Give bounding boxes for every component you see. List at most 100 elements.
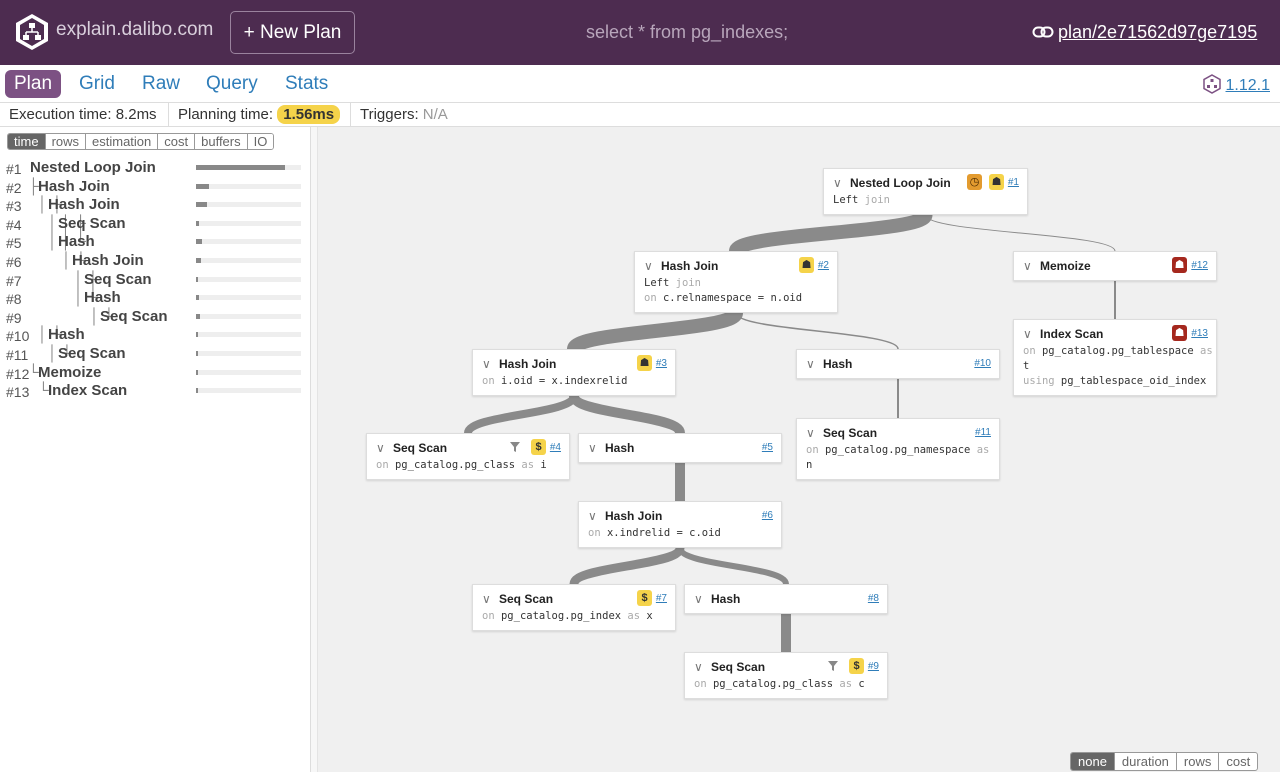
node-header[interactable]: ∨ Seq Scan [806, 426, 877, 442]
node-id-link[interactable]: #1 [1008, 177, 1019, 188]
node-id-link[interactable]: #13 [1191, 328, 1208, 339]
plan-node[interactable]: ∨ Nested Loop Join #1 ☗ ◷ Left join [823, 168, 1028, 215]
tab-grid[interactable]: Grid [70, 70, 124, 98]
node-id-link[interactable]: #12 [1191, 260, 1208, 271]
clock-icon[interactable]: ◷ [967, 174, 982, 190]
elephant-icon[interactable]: ☗ [1172, 257, 1187, 273]
brand-name[interactable]: explain.dalibo.com [56, 19, 213, 41]
chevron-down-icon[interactable]: ∨ [482, 592, 493, 606]
chevron-down-icon[interactable]: ∨ [588, 509, 599, 523]
plan-link-text[interactable]: plan/2e71562d97ge7195 [1058, 22, 1257, 42]
node-header[interactable]: ∨ Hash [588, 441, 634, 457]
node-header[interactable]: ∨ Hash [806, 357, 852, 373]
node-header[interactable]: ∨ Seq Scan [482, 592, 553, 608]
node-header[interactable]: ∨ Seq Scan [694, 660, 765, 676]
elephant-icon[interactable]: ☗ [1172, 325, 1187, 341]
tree-row[interactable]: #6 │ └ Hash Join [6, 252, 306, 270]
chevron-down-icon[interactable]: ∨ [482, 357, 493, 371]
tree-row[interactable]: #12 └ Memoize [6, 364, 306, 382]
dollar-icon[interactable]: $ [531, 439, 546, 455]
node-header[interactable]: ∨ Hash Join [482, 357, 556, 373]
sidebar-resize-handle[interactable] [311, 127, 318, 772]
version-link[interactable]: 1.12.1 [1202, 74, 1270, 95]
node-header[interactable]: ∨ Seq Scan [376, 441, 447, 457]
chevron-down-icon[interactable]: ∨ [1023, 327, 1034, 341]
dollar-icon[interactable]: $ [637, 590, 652, 606]
tree-row[interactable]: #2 ├ Hash Join [6, 178, 306, 196]
tab-plan[interactable]: Plan [5, 70, 62, 98]
metric-rows[interactable]: rows [44, 134, 86, 149]
plan-node[interactable]: ∨ Hash #8 [684, 584, 888, 614]
node-header[interactable]: ∨ Hash [694, 592, 740, 608]
node-id-link[interactable]: #11 [975, 427, 991, 438]
plan-node[interactable]: ∨ Seq Scan #11 on pg_catalog.pg_namespace a… [796, 418, 1000, 480]
metric-buffers[interactable]: buffers [194, 134, 247, 149]
plan-node[interactable]: ∨ Seq Scan #9 $ on pg_catalog.pg_class as c [684, 652, 888, 699]
chevron-down-icon[interactable]: ∨ [806, 357, 817, 371]
node-header[interactable]: ∨ Hash Join [588, 509, 662, 525]
highlight-none[interactable]: none [1071, 753, 1114, 770]
filter-icon[interactable] [510, 442, 520, 452]
metric-time[interactable]: time [8, 134, 45, 149]
chevron-down-icon[interactable]: ∨ [1023, 259, 1034, 273]
plan-node[interactable]: ∨ Seq Scan #7 $ on pg_catalog.pg_index as x [472, 584, 676, 631]
chevron-down-icon[interactable]: ∨ [833, 176, 844, 190]
tree-row[interactable]: #7 │ ├ Seq Scan [6, 271, 306, 289]
node-id-link[interactable]: #10 [974, 358, 991, 369]
node-header[interactable]: ∨ Hash Join [644, 259, 718, 275]
chevron-down-icon[interactable]: ∨ [694, 592, 705, 606]
plan-node[interactable]: ∨ Seq Scan #4 $ on pg_catalog.pg_class as i [366, 433, 570, 480]
plan-node[interactable]: ∨ Hash Join #3 ☗ on i.oid = x.indexrelid [472, 349, 676, 396]
tree-row[interactable]: #8 │ └ Hash [6, 289, 306, 307]
chevron-down-icon[interactable]: ∨ [806, 426, 817, 440]
metric-io[interactable]: IO [246, 134, 274, 149]
dollar-icon[interactable]: $ [849, 658, 864, 674]
highlight-rows[interactable]: rows [1175, 753, 1218, 770]
plan-node[interactable]: ∨ Index Scan #13 ☗ on pg_catalog.pg_tablespa… [1013, 319, 1217, 396]
tree-row[interactable]: #4 │ │ ├ Seq Scan [6, 215, 306, 233]
version-number[interactable]: 1.12.1 [1226, 77, 1270, 94]
new-plan-button[interactable]: + New Plan [230, 11, 355, 54]
metric-estimation[interactable]: estimation [85, 134, 158, 149]
elephant-icon[interactable]: ☗ [799, 257, 814, 273]
highlight-cost[interactable]: cost [1218, 753, 1257, 770]
chevron-down-icon[interactable]: ∨ [376, 441, 387, 455]
node-id-link[interactable]: #9 [868, 661, 879, 672]
plan-node[interactable]: ∨ Hash #5 [578, 433, 782, 463]
chevron-down-icon[interactable]: ∨ [644, 259, 655, 273]
elephant-icon[interactable]: ☗ [637, 355, 652, 371]
tab-stats[interactable]: Stats [276, 70, 337, 98]
plan-node[interactable]: ∨ Hash Join #2 ☗ Left join on c.relnamespace … [634, 251, 838, 313]
tree-row[interactable]: #1 Nested Loop Join [6, 159, 306, 177]
tab-raw[interactable]: Raw [133, 70, 189, 98]
node-id-link[interactable]: #2 [818, 260, 829, 271]
chevron-down-icon[interactable]: ∨ [588, 441, 599, 455]
plan-node[interactable]: ∨ Hash Join #6 on x.indrelid = c.oid [578, 501, 782, 548]
tree-row[interactable]: #3 │ ├ Hash Join [6, 196, 306, 214]
node-id-link[interactable]: #6 [762, 510, 773, 521]
metric-cost[interactable]: cost [157, 134, 195, 149]
plan-share-link[interactable]: plan/2e71562d97ge7195 [1032, 22, 1257, 43]
tree-row[interactable]: #10 │ └ Hash [6, 326, 306, 344]
tab-query[interactable]: Query [197, 70, 267, 98]
chevron-down-icon[interactable]: ∨ [694, 660, 705, 674]
tree-row[interactable]: #9 │ └ Seq Scan [6, 308, 306, 326]
dalibo-logo-icon[interactable] [14, 13, 50, 51]
highlight-duration[interactable]: duration [1113, 753, 1176, 770]
node-id-link[interactable]: #8 [868, 593, 879, 604]
node-header[interactable]: ∨ Nested Loop Join [833, 176, 951, 192]
node-id-link[interactable]: #3 [656, 358, 667, 369]
tree-row[interactable]: #11 │ └ Seq Scan [6, 345, 306, 363]
plan-diagram[interactable]: ∨ Nested Loop Join #1 ☗ ◷ Left join ∨ Hash Join… [319, 127, 1280, 772]
node-id-link[interactable]: #4 [550, 442, 561, 453]
node-id-link[interactable]: #7 [656, 593, 667, 604]
node-id-link[interactable]: #5 [762, 442, 773, 453]
tree-row[interactable]: #5 │ │ └ Hash [6, 233, 306, 251]
plan-node[interactable]: ∨ Memoize #12 ☗ [1013, 251, 1217, 281]
node-header[interactable]: ∨ Index Scan [1023, 327, 1103, 343]
filter-icon[interactable] [828, 661, 838, 671]
tree-row[interactable]: #13 └ Index Scan [6, 382, 306, 400]
elephant-icon[interactable]: ☗ [989, 174, 1004, 190]
plan-node[interactable]: ∨ Hash #10 [796, 349, 1000, 379]
node-header[interactable]: ∨ Memoize [1023, 259, 1091, 275]
